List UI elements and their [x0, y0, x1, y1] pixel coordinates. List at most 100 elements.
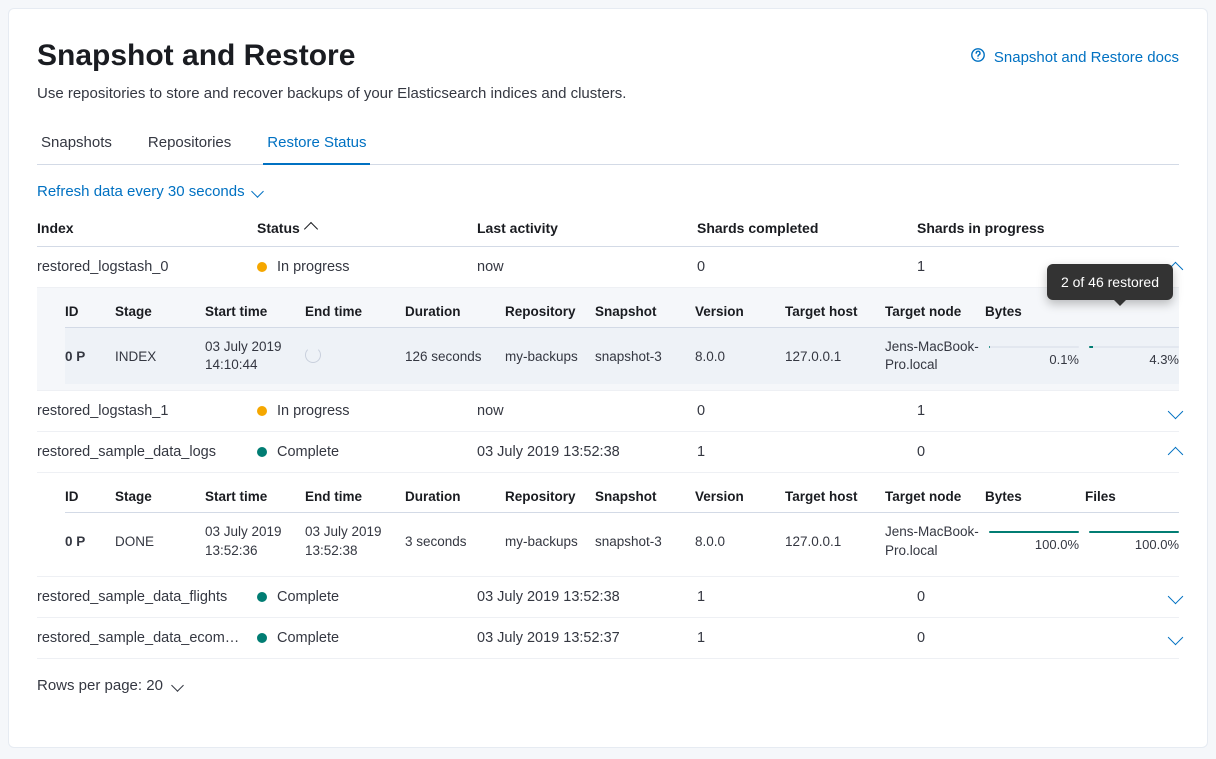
status-label: Complete [277, 444, 339, 460]
chevron-down-icon [1168, 404, 1184, 420]
table-row: restored_sample_data_logs Complete 03 Ju… [37, 432, 1179, 473]
tab-repositories[interactable]: Repositories [144, 124, 235, 165]
shard-target-host: 127.0.0.1 [785, 534, 885, 549]
shard-target-host: 127.0.0.1 [785, 349, 885, 364]
refresh-interval-select[interactable]: Refresh data every 30 seconds [37, 183, 262, 200]
shard-files-progress: 4.3% [1085, 346, 1185, 367]
shard-start-time: 03 July 2019 14:10:44 [205, 338, 305, 374]
expand-toggle[interactable] [1147, 406, 1187, 417]
tabs: Snapshots Repositories Restore Status [37, 124, 1179, 165]
refresh-label: Refresh data every 30 seconds [37, 183, 245, 200]
shard-col-duration: Duration [405, 304, 505, 319]
shard-col-target-host: Target host [785, 304, 885, 319]
shard-col-version: Version [695, 304, 785, 319]
cell-last-activity: 03 July 2019 13:52:37 [477, 630, 697, 646]
tab-snapshots[interactable]: Snapshots [37, 124, 116, 165]
col-shards-completed[interactable]: Shards completed [697, 220, 917, 236]
status-dot-icon [257, 447, 267, 457]
cell-index: restored_sample_data_logs [37, 444, 257, 460]
shard-col-repository: Repository [505, 304, 595, 319]
col-status-label: Status [257, 220, 300, 236]
status-label: In progress [277, 403, 350, 419]
tab-restore-status[interactable]: Restore Status [263, 124, 370, 165]
shard-col-target-node: Target node [885, 304, 985, 319]
cell-last-activity: now [477, 403, 697, 419]
cell-last-activity: 03 July 2019 13:52:38 [477, 444, 697, 460]
table-row: restored_sample_data_ecom… Complete 03 J… [37, 618, 1179, 659]
shard-files-progress: 100.0% [1085, 531, 1185, 552]
shard-col-id: ID [65, 489, 115, 504]
shard-header-row: ID Stage Start time End time Duration Re… [65, 479, 1179, 513]
cell-shards-completed: 1 [697, 589, 917, 605]
shard-col-end-time: End time [305, 304, 405, 319]
shard-col-files: Files [1085, 489, 1185, 504]
table-row: restored_sample_data_flights Complete 03… [37, 577, 1179, 618]
col-shards-in-progress[interactable]: Shards in progress [917, 220, 1147, 236]
shard-repository: my-backups [505, 349, 595, 364]
docs-link[interactable]: Snapshot and Restore docs [970, 47, 1179, 67]
status-label: Complete [277, 630, 339, 646]
chevron-down-icon [1168, 589, 1184, 605]
shard-col-stage: Stage [115, 489, 205, 504]
cell-status: In progress [257, 403, 477, 419]
shard-col-start-time: Start time [205, 304, 305, 319]
cell-shards-in-progress: 0 [917, 444, 1147, 460]
shard-duration: 3 seconds [405, 534, 505, 549]
col-status[interactable]: Status [257, 220, 477, 236]
cell-shards-completed: 1 [697, 630, 917, 646]
shard-start-time: 03 July 2019 13:52:36 [205, 523, 305, 559]
page-title: Snapshot and Restore [37, 39, 626, 73]
cell-last-activity: 03 July 2019 13:52:38 [477, 589, 697, 605]
shard-col-snapshot: Snapshot [595, 489, 695, 504]
expand-toggle[interactable] [1147, 445, 1187, 460]
shard-end-time: 03 July 2019 13:52:38 [305, 523, 405, 559]
shard-version: 8.0.0 [695, 534, 785, 549]
spinner-icon [305, 347, 321, 363]
expand-toggle[interactable] [1147, 632, 1187, 643]
status-dot-icon [257, 406, 267, 416]
shard-target-node: Jens-MacBook- Pro.local [885, 338, 985, 374]
cell-shards-in-progress: 1 [917, 403, 1147, 419]
cell-index: restored_sample_data_ecom… [37, 630, 247, 646]
shard-duration: 126 seconds [405, 349, 505, 364]
shard-bytes-progress: 100.0% [985, 531, 1085, 552]
shard-stage: INDEX [115, 349, 205, 364]
status-label: Complete [277, 589, 339, 605]
shard-repository: my-backups [505, 534, 595, 549]
table-row: restored_logstash_1 In progress now 0 1 [37, 391, 1179, 432]
col-last-activity[interactable]: Last activity [477, 220, 697, 236]
shard-header-row: ID Stage Start time End time Duration Re… [65, 294, 1179, 328]
docs-link-label: Snapshot and Restore docs [994, 49, 1179, 66]
expand-toggle[interactable] [1147, 591, 1187, 602]
rows-per-page-label: Rows per page: 20 [37, 677, 163, 694]
shard-col-id: ID [65, 304, 115, 319]
shard-col-target-node: Target node [885, 489, 985, 504]
cell-shards-in-progress: 0 [917, 589, 1147, 605]
col-index[interactable]: Index [37, 220, 257, 236]
cell-status: Complete [257, 630, 477, 646]
shard-col-end-time: End time [305, 489, 405, 504]
shard-id: 0 P [65, 534, 115, 549]
cell-shards-in-progress: 0 [917, 630, 1147, 646]
cell-status: Complete [257, 444, 477, 460]
help-icon [970, 47, 986, 67]
shard-snapshot: snapshot-3 [595, 349, 695, 364]
shard-end-time [305, 347, 405, 366]
rows-per-page-select[interactable]: Rows per page: 20 [37, 677, 182, 694]
shard-bytes-progress: 0.1% [985, 346, 1085, 367]
table-row: restored_logstash_0 In progress now 0 1 [37, 247, 1179, 288]
shard-col-repository: Repository [505, 489, 595, 504]
table-header-row: Index Status Last activity Shards comple… [37, 208, 1179, 247]
chevron-down-icon [1168, 630, 1184, 646]
shard-col-stage: Stage [115, 304, 205, 319]
cell-status: Complete [257, 589, 477, 605]
status-label: In progress [277, 259, 350, 275]
shard-col-snapshot: Snapshot [595, 304, 695, 319]
shard-col-target-host: Target host [785, 489, 885, 504]
cell-shards-completed: 1 [697, 444, 917, 460]
shard-row: 0 P INDEX 03 July 2019 14:10:44 126 seco… [65, 328, 1179, 384]
chevron-down-icon [171, 679, 184, 692]
sort-ascending-icon [304, 221, 318, 235]
cell-last-activity: now [477, 259, 697, 275]
shard-row: 0 P DONE 03 July 2019 13:52:36 03 July 2… [65, 513, 1179, 569]
